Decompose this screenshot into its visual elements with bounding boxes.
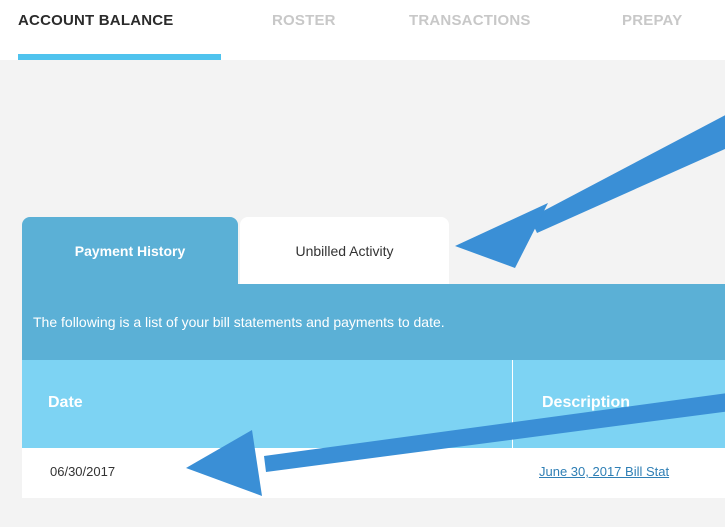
table-row: 06/30/2017 June 30, 2017 Bill Stat [22, 448, 725, 498]
table-header: Date Description [22, 360, 725, 448]
tab-payment-history[interactable]: Payment History [22, 217, 238, 284]
info-text: The following is a list of your bill sta… [33, 314, 445, 330]
tab-unbilled-activity-label: Unbilled Activity [295, 242, 394, 259]
column-header-description[interactable]: Description [542, 394, 630, 412]
nav-tab-prepay[interactable]: PREPAY [622, 12, 682, 40]
tab-unbilled-activity[interactable]: Unbilled Activity [240, 217, 449, 284]
nav-tab-account-balance[interactable]: ACCOUNT BALANCE [18, 12, 174, 40]
nav-tab-transactions[interactable]: TRANSACTIONS [409, 12, 531, 40]
tab-payment-history-label: Payment History [74, 242, 186, 259]
row-description-link[interactable]: June 30, 2017 Bill Stat [539, 464, 669, 479]
info-bar: The following is a list of your bill sta… [22, 284, 725, 360]
column-header-date[interactable]: Date [48, 394, 83, 412]
top-navigation: ACCOUNT BALANCE ROSTER TRANSACTIONS PREP… [0, 0, 725, 60]
nav-tab-roster[interactable]: ROSTER [272, 12, 336, 40]
column-divider [512, 360, 513, 448]
row-date: 06/30/2017 [50, 464, 116, 479]
